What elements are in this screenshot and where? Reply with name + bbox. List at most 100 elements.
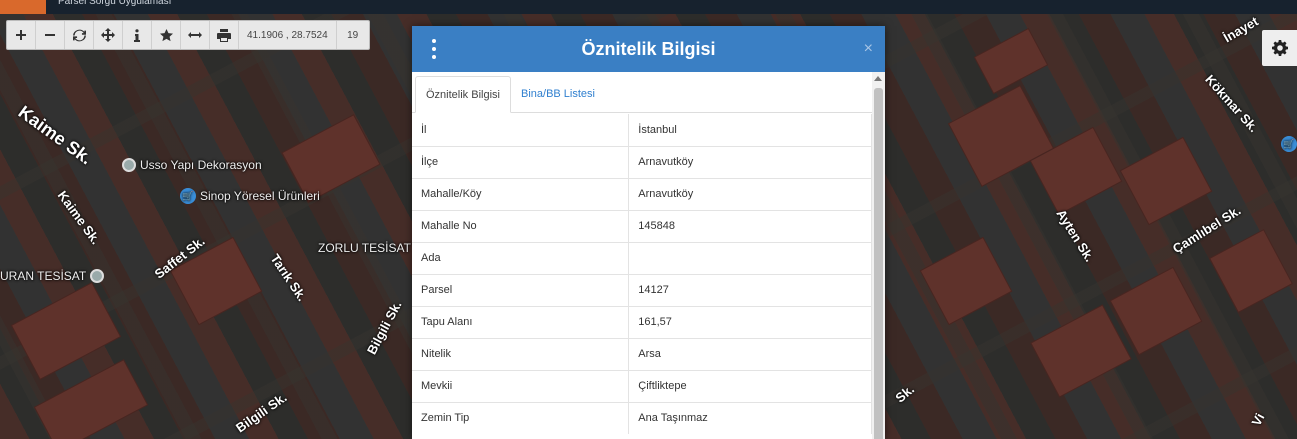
table-row: Ada (412, 241, 872, 274)
tab-building-list[interactable]: Bina/BB Listesi (511, 76, 605, 113)
poi-label: Sinop Yöresel Ürünleri (200, 189, 320, 203)
scrollbar-thumb[interactable] (874, 88, 883, 439)
attribute-key: İlçe (412, 145, 630, 178)
zoom-in-button[interactable] (7, 21, 36, 49)
poi-label: ZORLU TESİSAT (318, 241, 411, 255)
attribute-value: Arsa (628, 337, 872, 370)
dialog-scrollbar[interactable] (872, 72, 885, 439)
dialog-header: Öznitelik Bilgisi × (412, 26, 885, 72)
poi-cart-right[interactable]: 🛒 (1281, 136, 1297, 152)
shopping-cart-icon: 🛒 (180, 188, 196, 204)
attribute-value: 14127 (628, 273, 872, 306)
attribute-key: Mahalle No (412, 209, 630, 242)
table-row: Mahalle No 145848 (412, 209, 872, 242)
map-building (947, 84, 1055, 188)
attribute-key: Mahalle/Köy (412, 177, 630, 210)
star-icon (159, 28, 173, 41)
info-button[interactable] (123, 21, 152, 49)
street-label: Vi (1248, 410, 1268, 429)
attribute-value: Arnavutköy (628, 177, 872, 210)
attribute-table: İl İstanbul İlçe Arnavutköy Mahalle/Köy Arn… (412, 114, 872, 434)
plus-icon (16, 30, 26, 40)
attribute-key: Parsel (412, 273, 630, 306)
poi-uran-tesisat[interactable]: URAN TESİSAT (0, 269, 105, 283)
attribute-key: Tapu Alanı (412, 305, 630, 338)
street-label: Kökmar Sk. (1202, 71, 1262, 136)
app-header: Parsel Sorgu Uygulaması (0, 0, 1297, 14)
map-toolbar: 41.1906 , 28.7524 19 (6, 20, 370, 50)
street-label: Çamlıbel Sk. (1169, 202, 1244, 257)
street-label: Bilgili Sk. (232, 389, 290, 436)
coordinates-readout: 41.1906 , 28.7524 (239, 21, 337, 49)
attribute-key: Mevkii (412, 369, 630, 402)
refresh-button[interactable] (65, 21, 94, 49)
table-row: İl İstanbul (412, 114, 872, 146)
table-row: Zemin Tip Ana Taşınmaz (412, 401, 872, 434)
attribute-info-dialog: Öznitelik Bilgisi × Öznitelik Bilgisi Bi… (412, 26, 885, 439)
map-building (1029, 126, 1123, 216)
table-row: Tapu Alanı 161,57 (412, 305, 872, 338)
tab-attribute-info[interactable]: Öznitelik Bilgisi (415, 76, 511, 113)
dialog-tabs: Öznitelik Bilgisi Bina/BB Listesi (412, 72, 872, 113)
refresh-icon (72, 29, 86, 41)
attribute-key: Nitelik (412, 337, 630, 370)
app-logo (0, 0, 46, 14)
info-icon (134, 28, 140, 42)
street-label: İnayet (1220, 13, 1261, 46)
street-label: Saffet Sk. (151, 233, 208, 282)
attribute-value: 145848 (628, 209, 872, 242)
map-building (1030, 304, 1132, 398)
attribute-value: Arnavutköy (628, 145, 872, 178)
attribute-value: 161,57 (628, 305, 872, 338)
table-row: Nitelik Arsa (412, 337, 872, 370)
poi-label: Usso Yapı Dekorasyon (140, 158, 262, 172)
scroll-up-arrow-icon[interactable] (874, 76, 882, 81)
map-building (919, 236, 1013, 326)
map-building (973, 27, 1049, 95)
zoom-out-button[interactable] (36, 21, 65, 49)
app-title: Parsel Sorgu Uygulaması (58, 0, 172, 7)
attribute-value: İstanbul (628, 114, 872, 146)
favorites-button[interactable] (152, 21, 181, 49)
street-label: Tarık Sk. (267, 251, 310, 304)
attribute-key: İl (412, 114, 630, 146)
table-row: Mevkii Çiftliktepe (412, 369, 872, 402)
settings-button[interactable] (1262, 30, 1297, 66)
table-row: İlçe Arnavutköy (412, 145, 872, 178)
print-button[interactable] (210, 21, 239, 49)
attribute-key: Zemin Tip (412, 401, 630, 434)
printer-icon (217, 28, 231, 42)
street-label: Kaime Sk. (14, 101, 97, 169)
map-building (1119, 136, 1213, 226)
map-building (10, 282, 122, 380)
measure-icon (188, 32, 202, 38)
shopping-cart-icon: 🛒 (1281, 136, 1297, 152)
place-marker-icon (122, 158, 136, 172)
street-label: Bilgili Sk. (363, 298, 405, 357)
place-marker-icon (90, 269, 105, 283)
gear-icon (1271, 40, 1288, 56)
poi-sinop-yoresel[interactable]: 🛒 Sinop Yöresel Ürünleri (180, 188, 320, 204)
attribute-value: Ana Taşınmaz (628, 401, 872, 434)
poi-label: URAN TESİSAT (0, 269, 87, 283)
minus-icon (45, 34, 55, 36)
map-building (1209, 229, 1293, 313)
poi-usso-yapi[interactable]: Usso Yapı Dekorasyon (122, 158, 262, 172)
table-row: Mahalle/Köy Arnavutköy (412, 177, 872, 210)
attribute-value: Çiftliktepe (628, 369, 872, 402)
measure-button[interactable] (181, 21, 210, 49)
zoom-level-readout: 19 (347, 29, 359, 41)
map-building (33, 359, 149, 439)
pan-button[interactable] (94, 21, 123, 49)
poi-zorlu-tesisat[interactable]: ZORLU TESİSAT (318, 241, 411, 255)
table-row: Parsel 14127 (412, 273, 872, 306)
dialog-title: Öznitelik Bilgisi (581, 39, 716, 59)
street-label: Sk. (892, 381, 918, 406)
move-icon (101, 28, 115, 42)
street-label: Kaime Sk. (54, 187, 104, 248)
attribute-value (628, 241, 872, 274)
map-building (1109, 266, 1203, 356)
street-label: Ayten Sk. (1053, 206, 1098, 265)
dialog-body: Öznitelik Bilgisi Bina/BB Listesi İl İsta… (412, 72, 885, 439)
close-icon[interactable]: × (864, 26, 873, 72)
